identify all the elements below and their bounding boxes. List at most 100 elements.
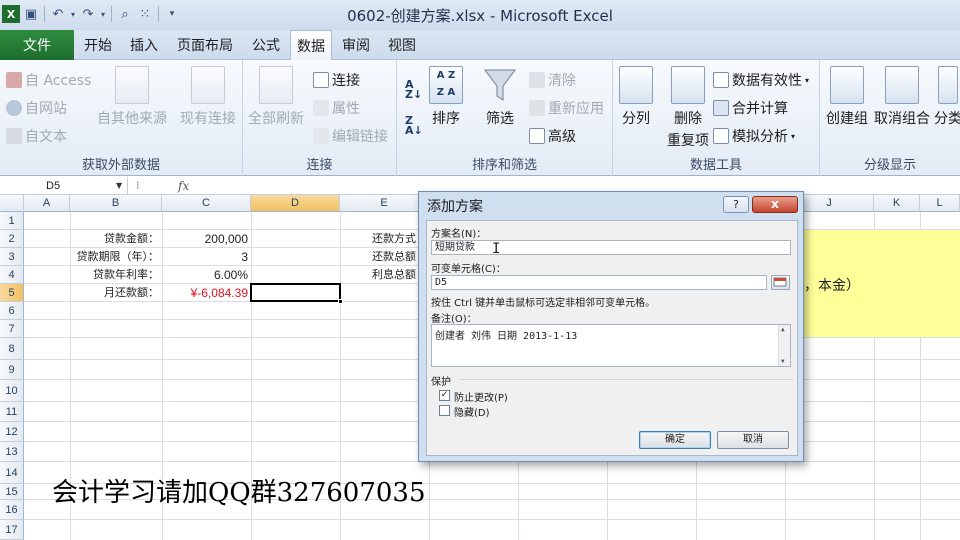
from-web-button[interactable]: 自网站	[6, 98, 67, 118]
edit-links-button[interactable]: 编辑链接	[313, 126, 388, 146]
scroll-up-icon[interactable]: ▲	[781, 326, 785, 333]
row-header[interactable]: 16	[0, 500, 24, 520]
sort-ascending-icon[interactable]: A Z↓	[405, 79, 422, 100]
text-to-columns-button[interactable]: 分列	[619, 66, 653, 128]
select-all-corner[interactable]	[0, 195, 24, 212]
group-button[interactable]: 创建组	[826, 66, 868, 128]
cell-B3[interactable]: 贷款期限（年）：	[70, 248, 162, 266]
scroll-down-icon[interactable]: ▼	[781, 358, 785, 365]
cell-B2[interactable]: 贷款金额：	[70, 230, 162, 248]
from-other-sources-button[interactable]: 自其他来源	[97, 66, 167, 128]
column-header-selected[interactable]: D	[251, 195, 340, 212]
row-header[interactable]: 2	[0, 230, 24, 248]
cell-B5[interactable]: 月还款额：	[70, 284, 162, 302]
row-header[interactable]: 15	[0, 484, 24, 500]
refresh-all-button[interactable]: 全部刷新	[248, 66, 304, 128]
tab-data[interactable]: 数据	[290, 30, 332, 61]
sort-button[interactable]: A ZZ A 排序	[429, 66, 463, 128]
name-box-dropdown-icon[interactable]: ▼	[116, 177, 122, 195]
window-title: 0602-创建方案.xlsx - Microsoft Excel	[347, 7, 613, 25]
from-text-label: 自文本	[25, 129, 67, 145]
tab-view[interactable]: 视图	[382, 30, 422, 60]
tab-page-layout[interactable]: 页面布局	[170, 30, 240, 60]
reapply-button[interactable]: 重新应用	[529, 98, 604, 118]
fill-handle[interactable]	[338, 299, 343, 304]
tab-home[interactable]: 开始	[78, 30, 118, 60]
sort-descending-icon[interactable]: Z A↓	[405, 115, 423, 136]
cell-C4[interactable]: 6.00%	[162, 266, 251, 284]
database-icon	[115, 66, 149, 104]
row-header[interactable]: 6	[0, 302, 24, 320]
connections-label: 连接	[332, 73, 360, 89]
protection-group-label: 保护	[431, 377, 451, 388]
edit-links-icon	[313, 128, 329, 144]
column-header[interactable]: C	[162, 195, 251, 212]
row-header[interactable]: 17	[0, 520, 24, 540]
tab-formulas[interactable]: 公式	[246, 30, 286, 60]
from-web-label: 自网站	[25, 101, 67, 117]
hide-label[interactable]: 隐藏(D)	[454, 404, 490, 419]
row-header[interactable]: 8	[0, 338, 24, 360]
changing-cells-input[interactable]: D5	[431, 275, 767, 290]
connections-button[interactable]: 连接	[313, 70, 360, 90]
clear-button[interactable]: 清除	[529, 70, 576, 90]
cancel-button[interactable]: 取消	[717, 431, 789, 449]
ungroup-button[interactable]: 取消组合	[874, 66, 930, 128]
data-validation-button[interactable]: 数据有效性 ▾	[713, 70, 809, 90]
row-header[interactable]: 11	[0, 402, 24, 422]
what-if-icon	[713, 128, 729, 144]
prevent-changes-checkbox[interactable]: ✓	[439, 390, 450, 401]
filter-button[interactable]: 筛选	[483, 66, 517, 128]
row-header[interactable]: 3	[0, 248, 24, 266]
cell-B4[interactable]: 贷款年利率：	[70, 266, 162, 284]
prevent-changes-label[interactable]: 防止更改(P)	[454, 389, 508, 404]
cell-C3[interactable]: 3	[162, 248, 251, 266]
cell-C5[interactable]: ¥-6,084.39	[162, 284, 251, 302]
cell-C2[interactable]: 200,000	[162, 230, 251, 248]
name-box[interactable]: D5	[0, 177, 128, 195]
collapse-dialog-button[interactable]	[771, 275, 790, 290]
what-if-analysis-button[interactable]: 模拟分析 ▾	[713, 126, 795, 146]
scenario-name-input[interactable]: 短期贷款	[431, 240, 791, 255]
properties-button[interactable]: 属性	[313, 98, 360, 118]
row-header[interactable]: 7	[0, 320, 24, 338]
row-header[interactable]: 13	[0, 442, 24, 462]
comment-scrollbar[interactable]: ▲ ▼	[778, 325, 790, 366]
from-access-button[interactable]: 自 Access	[6, 70, 91, 90]
row-header[interactable]: 12	[0, 422, 24, 442]
comment-label: 备注(O)：	[431, 314, 477, 325]
consolidate-button[interactable]: 合并计算	[713, 98, 788, 118]
row-header[interactable]: 14	[0, 462, 24, 484]
row-header[interactable]: 9	[0, 360, 24, 380]
from-text-button[interactable]: 自文本	[6, 126, 67, 146]
column-header[interactable]: A	[24, 195, 70, 212]
tab-file[interactable]: 文件	[0, 30, 74, 60]
column-header[interactable]: L	[920, 195, 960, 212]
close-button[interactable]: x	[752, 196, 798, 213]
remove-duplicates-button[interactable]: 删除 重复项	[667, 66, 709, 150]
document-icon	[191, 66, 225, 104]
add-scenario-dialog: 添加方案 ? x 方案名(N)： 短期贷款 可变单元格(C)： D5 按住 Ct…	[418, 191, 804, 462]
ok-button[interactable]: 确定	[639, 431, 711, 449]
advanced-button[interactable]: 高级	[529, 126, 576, 146]
row-header[interactable]: 4	[0, 266, 24, 284]
column-header[interactable]: B	[70, 195, 162, 212]
row-header[interactable]: 1	[0, 212, 24, 230]
row-header-selected[interactable]: 5	[0, 284, 24, 302]
changing-cells-label: 可变单元格(C)：	[431, 264, 506, 275]
filter-label: 筛选	[486, 111, 514, 127]
active-cell-D5[interactable]	[250, 283, 343, 304]
tab-review[interactable]: 审阅	[336, 30, 376, 60]
column-header[interactable]: K	[874, 195, 920, 212]
subtotal-button[interactable]: 分类	[934, 66, 960, 128]
comment-textarea[interactable]: 创建者 刘伟 日期 2013-1-13 ▲ ▼	[431, 324, 791, 367]
tab-insert[interactable]: 插入	[124, 30, 164, 60]
existing-connections-button[interactable]: 现有连接	[180, 66, 236, 128]
insert-function-icon[interactable]: fx	[178, 177, 189, 195]
hide-checkbox[interactable]	[439, 405, 450, 416]
group-label-connections: 连接	[306, 158, 333, 173]
ribbon: 自 Access 自网站 自文本 自其他来源 现有连接 获取外部数据 全部刷新 …	[0, 60, 960, 176]
row-header[interactable]: 10	[0, 380, 24, 402]
column-header[interactable]: E	[340, 195, 429, 212]
help-button[interactable]: ?	[723, 196, 749, 213]
